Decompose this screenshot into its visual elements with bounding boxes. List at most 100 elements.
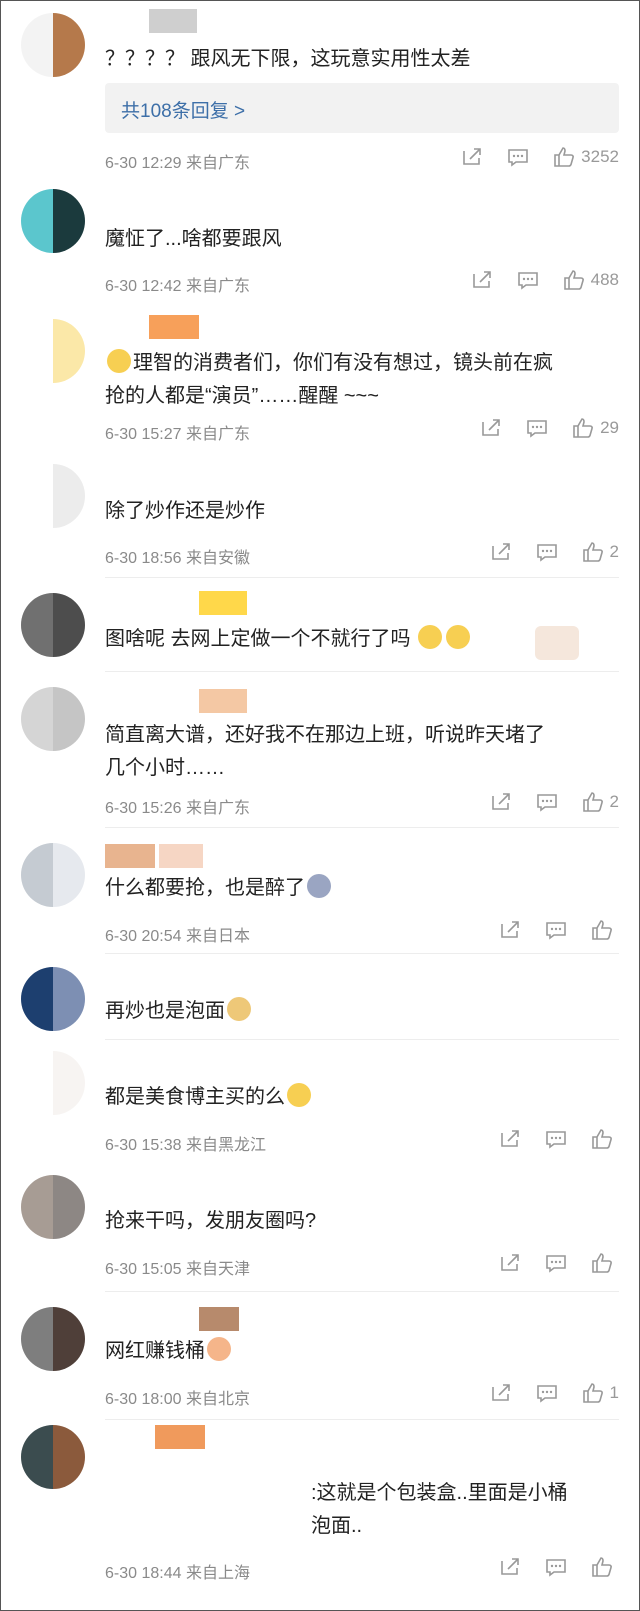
like-button[interactable] [591,920,619,940]
comment-list: ？？？？ 跟风无下限，这玩意实用性太差 共108条回复 > 6-30 12:29… [0,0,640,1611]
comment-text: 理智的消费者们，你们有没有想过，镜头前在疯 抢的人都是“演员”……醒醒 ~~~ [105,347,609,413]
like-button[interactable]: 488 [563,270,619,290]
like-button[interactable] [591,1557,619,1577]
thumbs-up-icon [553,147,575,167]
divider [105,1291,619,1292]
comment-meta: 6-30 15:26 来自广东 [105,794,250,818]
avatar[interactable] [21,189,85,253]
like-button[interactable] [591,1129,619,1149]
username[interactable] [105,1425,205,1449]
comment-text: 图啥呢 去网上定做一个不就行了吗 [105,623,609,656]
comment-time: 6-30 12:42 [105,278,182,295]
comment-time: 6-30 18:56 [105,550,182,567]
share-icon[interactable] [499,1129,521,1149]
like-count: 488 [590,270,619,289]
comment-location: 来自日本 [185,928,250,945]
comment-meta: 6-30 12:42 来自广东 [105,272,250,296]
comment-icon[interactable] [536,1383,558,1403]
comment-text: :这就是个包装盒..里面是小桶 泡面.. [311,1482,568,1537]
avatar[interactable] [21,593,85,657]
like-count: 2 [609,542,619,561]
share-icon[interactable] [490,792,512,812]
share-icon[interactable] [490,542,512,562]
share-icon[interactable] [461,147,483,167]
like-count: 29 [600,418,619,437]
comment-text: 除了炒作还是炒作 [105,500,265,522]
share-icon[interactable] [471,270,493,290]
avatar[interactable] [21,967,85,1031]
avatar[interactable] [21,464,85,528]
like-button[interactable]: 2 [582,542,619,562]
like-button[interactable]: 3252 [553,147,619,167]
comment-text: 什么都要抢，也是醉了 [105,872,609,905]
divider [105,1039,619,1040]
avatar[interactable] [21,1175,85,1239]
comment-location: 来自天津 [185,1261,250,1278]
like-button[interactable]: 1 [582,1383,619,1403]
reply-target-name[interactable] [105,1453,305,1477]
comment-text: 网红赚钱桶 [105,1335,609,1368]
comment-time: 6-30 12:29 [105,155,182,172]
username[interactable] [105,315,199,339]
comment-location: 来自广东 [185,800,250,817]
comment-icon[interactable] [545,1129,567,1149]
share-icon[interactable] [499,1253,521,1273]
sticker-icon [535,626,579,660]
username[interactable] [105,1307,239,1331]
emoji-icon [287,1083,311,1107]
avatar[interactable] [21,1307,85,1371]
like-button[interactable]: 29 [572,418,619,438]
comment-location: 来自广东 [185,426,250,443]
comment-icon[interactable] [536,792,558,812]
thumbs-up-icon [582,542,604,562]
username[interactable] [105,844,203,868]
comment-icon[interactable] [545,1557,567,1577]
share-icon[interactable] [490,1383,512,1403]
comment-icon[interactable] [507,147,529,167]
comment-icon[interactable] [526,418,548,438]
avatar[interactable] [21,687,85,751]
comment-text: 简直离大谱，还好我不在那边上班，听说昨天堵了 几个小时…… [105,724,545,779]
avatar[interactable] [21,843,85,907]
comment-location: 来自广东 [185,278,250,295]
avatar[interactable] [21,13,85,77]
username[interactable] [105,591,247,615]
comment-time: 6-30 20:54 [105,928,182,945]
divider [105,1419,619,1420]
share-icon[interactable] [499,920,521,940]
avatar[interactable] [21,1425,85,1489]
comment-text: 魔怔了...啥都要跟风 [105,228,282,250]
thumbs-up-icon [582,1383,604,1403]
thumbs-up-icon [591,1557,613,1577]
username[interactable] [105,9,197,33]
share-icon[interactable] [480,418,502,438]
comment-icon[interactable] [536,542,558,562]
emoji-icon [446,625,471,649]
like-button[interactable] [591,1253,619,1273]
comment-icon[interactable] [517,270,539,290]
emoji-icon [307,874,331,898]
username[interactable] [105,689,247,713]
comment-time: 6-30 15:05 [105,1261,182,1278]
emoji-icon [107,349,131,373]
like-count: 3252 [581,147,619,166]
avatar[interactable] [21,319,85,383]
thumbs-up-icon [572,418,594,438]
like-count: 1 [609,1383,619,1402]
avatar[interactable] [21,1051,85,1115]
comment-text: 再炒也是泡面 [105,995,609,1028]
comment-location: 来自广东 [185,155,250,172]
thumbs-up-icon [591,920,613,940]
comment-icon[interactable] [545,1253,567,1273]
divider [105,827,619,828]
share-icon[interactable] [499,1557,521,1577]
comment-icon[interactable] [545,920,567,940]
like-button[interactable]: 2 [582,792,619,812]
thumbs-up-icon [582,792,604,812]
comment-meta: 6-30 18:56 来自安徽 [105,544,250,568]
like-count: 2 [609,792,619,811]
divider [105,671,619,672]
comment-time: 6-30 15:26 [105,800,182,817]
view-replies-button[interactable]: 共108条回复 > [105,83,619,133]
comment-location: 来自上海 [185,1565,250,1582]
